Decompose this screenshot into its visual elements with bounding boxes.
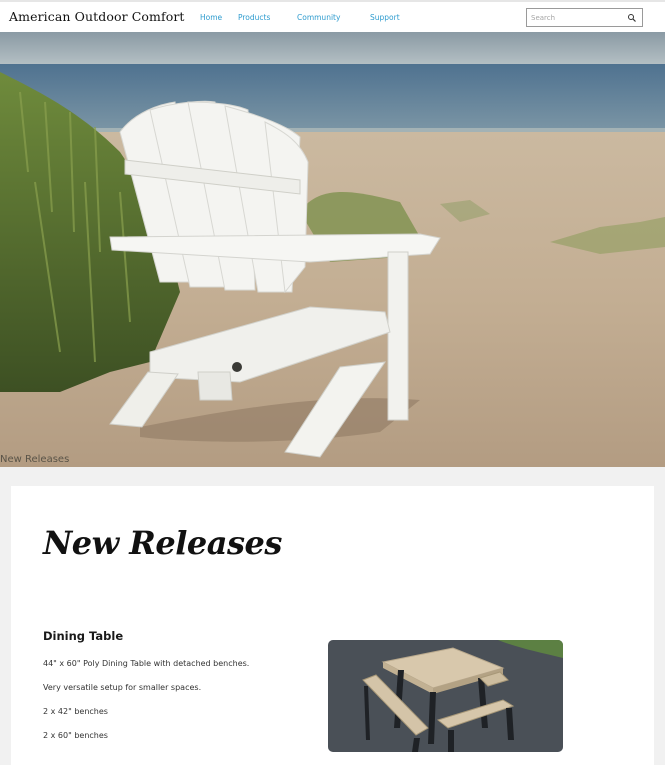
nav-home[interactable]: Home: [200, 13, 222, 22]
nav-community[interactable]: Community: [297, 13, 340, 22]
site-brand[interactable]: American Outdoor Comfort: [9, 9, 185, 24]
search-box: [526, 8, 643, 27]
nav-support[interactable]: Support: [370, 13, 400, 22]
search-input[interactable]: [531, 12, 621, 23]
new-releases-section: New Releases Dining Table 44" x 60" Poly…: [11, 486, 654, 765]
dining-table-image[interactable]: [328, 640, 563, 752]
product-detail: Very versatile setup for smaller spaces.: [43, 683, 202, 692]
product-detail: 2 x 42" benches: [43, 707, 108, 716]
product-detail: 2 x 60" benches: [43, 731, 108, 740]
search-icon[interactable]: [627, 13, 637, 23]
product-detail: 44" x 60" Poly Dining Table with detache…: [43, 659, 250, 668]
hero-banner: [0, 32, 665, 467]
product-name: Dining Table: [43, 629, 124, 643]
section-title: New Releases: [43, 524, 282, 562]
site-header: American Outdoor Comfort Home Products C…: [0, 2, 665, 32]
nav-products[interactable]: Products: [238, 13, 270, 22]
hero-caption: New Releases: [0, 454, 70, 465]
dining-table-photo: [328, 640, 563, 752]
hero-image-adirondack-chair: [0, 32, 665, 467]
